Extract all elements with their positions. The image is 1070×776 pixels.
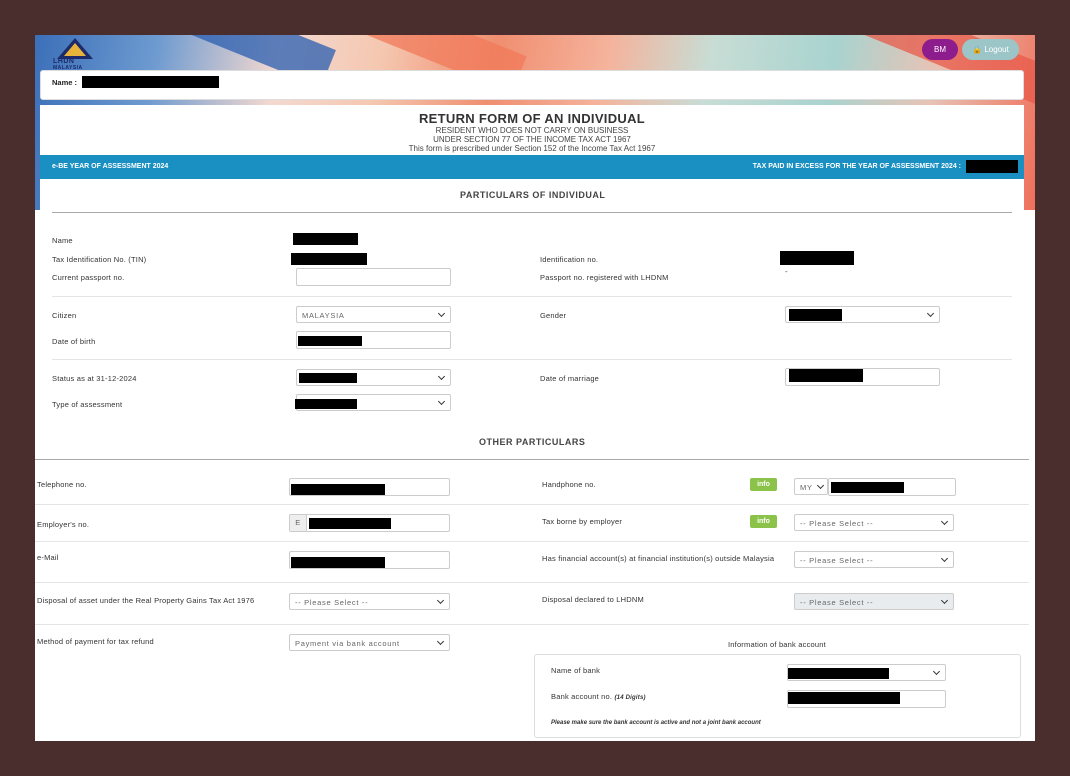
lock-icon: 🔒 [972, 45, 983, 54]
status-select[interactable] [296, 369, 451, 386]
bank-name-select[interactable] [787, 664, 946, 681]
chevron-down-icon [816, 481, 825, 490]
bank-account-input[interactable] [787, 690, 946, 708]
chevron-down-icon [437, 397, 446, 406]
chevron-down-icon [437, 372, 446, 381]
particulars-section: PARTICULARS OF INDIVIDUAL Name Tax Ident… [40, 179, 1024, 426]
marriage-date-input[interactable] [785, 368, 940, 386]
passport-input[interactable] [296, 268, 451, 286]
refund-method-select[interactable]: Payment via bank account [289, 634, 450, 651]
country-code-select[interactable]: MY [794, 478, 828, 495]
info-badge[interactable]: info [750, 478, 777, 491]
chevron-down-icon [940, 596, 949, 605]
handphone-input[interactable] [828, 478, 956, 496]
employer-no-input[interactable]: E [289, 514, 450, 532]
lhdn-logo: LHDN MALAYSIA [53, 37, 97, 71]
form-title: RETURN FORM OF AN INDIVIDUAL RESIDENT WH… [40, 105, 1024, 155]
chevron-down-icon [940, 554, 949, 563]
bank-account-box: Name of bank Bank account no. (14 Digits… [534, 654, 1021, 738]
chevron-down-icon [436, 596, 445, 605]
redacted-name [82, 76, 219, 88]
chevron-down-icon [437, 309, 446, 318]
email-input[interactable] [289, 551, 450, 569]
foreign-account-select[interactable]: -- Please Select -- [794, 551, 954, 568]
chevron-down-icon [436, 637, 445, 646]
chevron-down-icon [940, 517, 949, 526]
year-of-assessment-bar: e-BE YEAR OF ASSESSMENT 2024 TAX PAID IN… [40, 155, 1024, 179]
section-heading: PARTICULARS OF INDIVIDUAL [460, 190, 606, 200]
dob-input[interactable] [296, 331, 451, 349]
gender-select[interactable] [785, 306, 940, 323]
citizen-select[interactable]: MALAYSIA [296, 306, 451, 323]
bank-info-title: Information of bank account [728, 640, 826, 649]
language-button[interactable]: BM [922, 39, 958, 60]
bank-note: Please make sure the bank account is act… [551, 720, 761, 726]
info-badge[interactable]: info [750, 515, 777, 528]
form-window: LHDN MALAYSIA BM 🔒 Logout Name : RETURN F… [35, 35, 1035, 741]
page-title: RETURN FORM OF AN INDIVIDUAL [418, 111, 646, 126]
rpgt-select[interactable]: -- Please Select -- [289, 593, 450, 610]
disposal-declared-select[interactable]: -- Please Select -- [794, 593, 954, 610]
logout-button[interactable]: 🔒 Logout [962, 39, 1019, 60]
telephone-input[interactable] [289, 478, 450, 496]
section-heading: OTHER PARTICULARS [479, 437, 586, 447]
assessment-type-select[interactable] [295, 394, 451, 411]
tax-borne-select[interactable]: -- Please Select -- [794, 514, 954, 531]
chevron-down-icon [932, 667, 941, 676]
name-label: Name : [52, 78, 78, 87]
chevron-down-icon [926, 309, 935, 318]
user-name-bar: Name : [40, 70, 1024, 100]
